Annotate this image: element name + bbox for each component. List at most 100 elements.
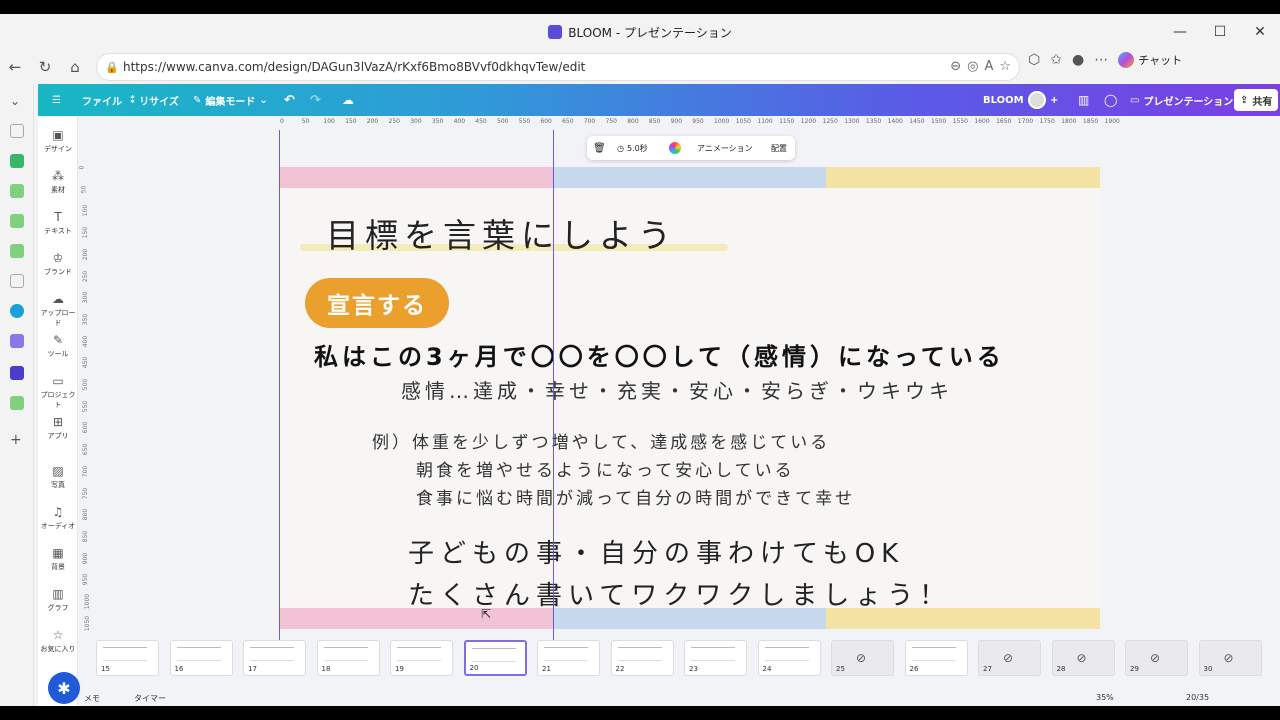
page-counter[interactable]: 20/35 [1186,693,1209,702]
guide-line-center [553,130,554,640]
tool-charts[interactable]: ▥ グラフ [38,587,78,613]
page-thumbnail[interactable]: ⊘ 29 [1125,640,1188,676]
chat-label: チャット [1138,54,1183,67]
tool-projects[interactable]: ▭ プロジェクト [38,374,78,410]
folder-icon: ▭ [52,374,64,388]
read-aloud-icon[interactable]: A [984,59,993,74]
page-thumbnail[interactable]: 24 [757,640,821,676]
page-thumbnail[interactable]: 26 [904,640,968,676]
undo-icon[interactable]: ↶ [284,84,295,116]
cloud-save-icon[interactable]: ☁ [342,84,354,116]
plus-icon[interactable]: + [10,432,24,448]
tool-background[interactable]: ▦ 背景 [38,546,78,572]
avatar[interactable]: + [1028,84,1058,116]
slide-title[interactable]: 目標を言葉にしよう [326,209,677,257]
favorite-star-icon[interactable]: ☆ [999,59,1011,74]
ruler-tick: 200 [366,118,379,125]
page-thumbnail[interactable]: 18 [316,640,380,676]
hidden-eye-icon: ⊘ [1076,651,1087,665]
add-tab-icon[interactable] [10,214,24,228]
doc-name[interactable]: BLOOM [983,84,1024,116]
bloom-active-icon[interactable] [10,366,24,380]
edit-mode-button[interactable]: ✎ 編集モード ⌄ [193,84,268,116]
more-icon[interactable]: ⋯ [1094,52,1108,68]
minimize-button[interactable]: — [1160,14,1200,50]
maximize-button[interactable]: ☐ [1200,14,1240,50]
redo-icon[interactable]: ↷ [310,84,321,116]
page-thumbnail[interactable]: ⊘ 28 [1051,640,1115,676]
notes-button[interactable]: メモ [84,693,100,704]
back-icon[interactable]: ← [0,52,30,82]
vruler-tick: 150 [82,226,90,239]
tool-photos[interactable]: ▨ 写真 [38,464,78,490]
page-thumbnail[interactable]: 17 [243,640,306,676]
tool-audio[interactable]: ♫ オーディオ [38,505,78,531]
extensions-icon[interactable]: ⬡ [1028,52,1040,68]
page-thumbnail[interactable]: 16 [169,640,233,676]
blue-band-top [554,167,826,188]
tool-design[interactable]: ▣ デザイン [38,128,78,154]
ruler-tick: 250 [388,118,400,125]
tracking-icon[interactable]: ◎ [967,59,978,74]
doc-icon[interactable] [10,274,24,288]
declare-pill[interactable]: 宣言する [305,278,449,328]
tab-icon[interactable] [10,124,24,138]
thumbnail-number: 20 [469,664,479,672]
add-tab-icon[interactable] [10,396,24,410]
page-thumbnail[interactable]: 20 [463,640,527,676]
trash-icon[interactable]: 🗑 [593,136,606,160]
example-line-2[interactable]: 朝食を増やせるようになって安心している [416,456,795,481]
slide-canvas[interactable]: 目標を言葉にしよう 宣言する 私はこの3ヶ月で〇〇を〇〇して（感情）になっている… [280,167,1100,629]
thumbnail-preview [323,647,368,661]
bloom-icon[interactable] [10,334,24,348]
color-button[interactable] [669,136,681,160]
example-line-3[interactable]: 食事に悩む時間が減って自分の時間ができて幸せ [416,484,855,509]
tool-text[interactable]: T テキスト [38,210,78,236]
add-tab-icon[interactable] [10,184,24,198]
page-thumbnail[interactable]: ⊘ 30 [1198,640,1262,676]
ruler-tick: 700 [583,118,596,125]
help-button[interactable]: ✱ [48,672,80,704]
duration-button[interactable]: ◷ 5.0秒 [617,136,648,160]
tool-apps[interactable]: ⊞ アプリ [38,415,78,441]
file-menu[interactable]: ファイル [82,84,122,116]
page-thumbnail[interactable]: 19 [390,640,453,676]
refresh-icon[interactable]: ↻ [30,52,60,82]
comment-icon[interactable]: ◯ [1104,84,1117,116]
favorites-icon[interactable]: ✩ [1050,52,1062,68]
address-bar[interactable]: 🔒 https://www.canva.com/design/DAGun3lVa… [96,53,1020,81]
declaration-template[interactable]: 私はこの3ヶ月で〇〇を〇〇して（感情）になっている [314,337,1005,372]
example-line-1[interactable]: 例）体重を少しずつ増やして、達成感を感じている [372,428,830,453]
zoom-icon[interactable]: ⊖ [950,59,961,74]
zoom-level[interactable]: 35% [1096,693,1114,702]
tool-uploads[interactable]: ☁ アップロード [38,292,78,328]
present-button[interactable]: ▭ プレゼンテーション [1130,84,1233,116]
page-thumbnail[interactable]: ⊘ 25 [831,640,894,676]
page-thumbnail[interactable]: 22 [610,640,674,676]
canva-icon[interactable] [10,304,24,318]
close-button[interactable]: ✕ [1240,14,1280,50]
page-thumbnail[interactable]: ⊘ 27 [978,640,1041,676]
emotion-list[interactable]: 感情…達成・幸せ・充実・安心・安らぎ・ウキウキ [401,375,953,404]
resize-button[interactable]: ⁑ リサイズ [130,84,179,116]
tool-draw[interactable]: ✎ ツール [38,333,78,359]
tool-starred[interactable]: ☆ お気に入り [38,628,78,654]
sheets-icon[interactable] [10,154,24,168]
page-thumbnail[interactable]: 23 [684,640,747,676]
note-line-1[interactable]: 子どもの事・自分の事わけてもOK [408,533,904,570]
tool-brand[interactable]: ♔ ブランド [38,251,78,277]
insights-icon[interactable]: ▥ [1078,84,1089,116]
page-thumbnail[interactable]: 15 [96,640,159,676]
chevron-down-icon[interactable]: ⌄ [10,94,24,108]
share-button[interactable]: ⇪ 共有 [1234,89,1279,111]
position-button[interactable]: 配置 [771,136,787,160]
menu-icon[interactable]: ☰ [52,84,61,116]
home-icon[interactable]: ⌂ [60,52,90,82]
animate-button[interactable]: アニメーション [697,136,753,160]
chat-button[interactable]: チャット [1118,52,1182,68]
tool-elements[interactable]: ⁂ 素材 [38,169,78,195]
timer-button[interactable]: タイマー [134,693,166,704]
add-tab-icon[interactable] [10,244,24,258]
page-thumbnail[interactable]: 21 [537,640,600,676]
profile-icon[interactable]: ● [1072,52,1084,68]
